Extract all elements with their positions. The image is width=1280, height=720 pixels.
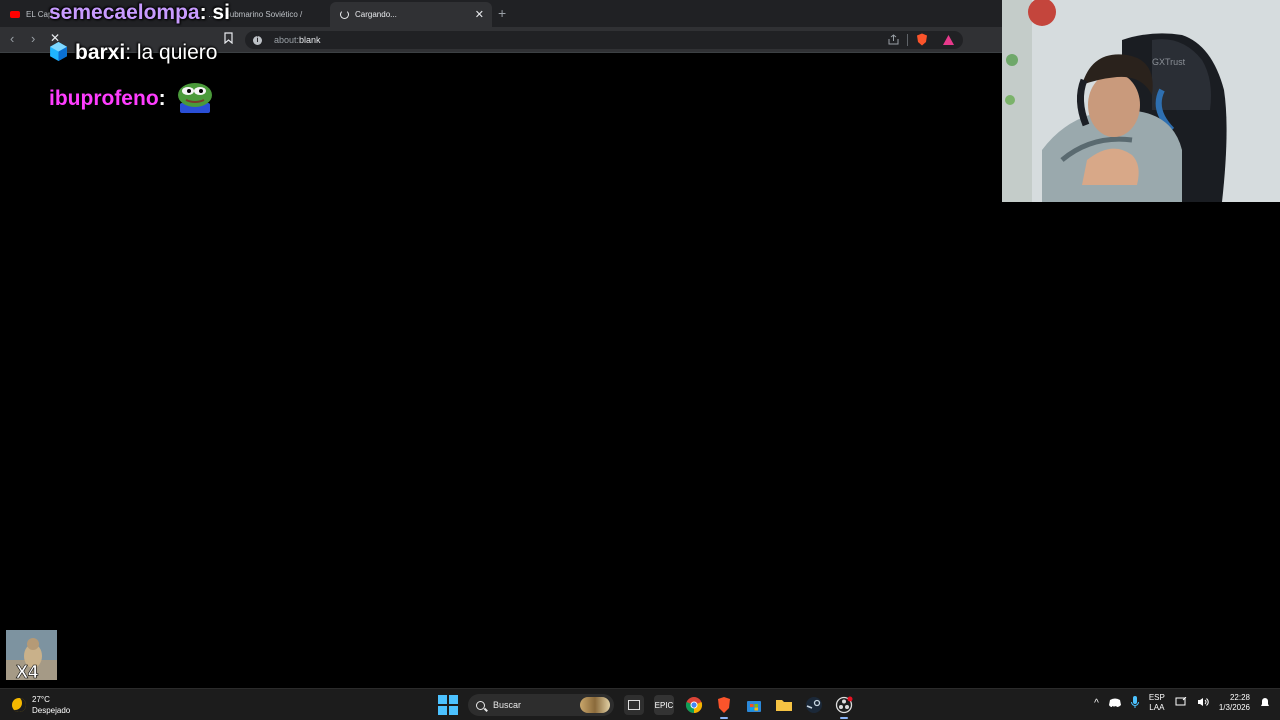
file-explorer-icon[interactable] — [774, 695, 794, 715]
microphone-icon[interactable] — [1130, 696, 1139, 710]
steam-icon[interactable] — [804, 695, 824, 715]
windows-taskbar: 27°C Despejado Buscar EPIC ^ ESP LAA 22:… — [0, 688, 1280, 720]
obs-glyph — [835, 696, 853, 714]
weather-temp: 27°C — [32, 695, 50, 704]
chat-username: ibuprofeno — [49, 87, 159, 110]
taskbar-center: Buscar EPIC — [438, 694, 854, 719]
chat-username: semecaelompa — [49, 1, 200, 24]
clock[interactable]: 22:28 1/3/2026 — [1219, 693, 1250, 713]
obs-icon[interactable] — [834, 695, 854, 719]
chat-message: ibuprofeno: — [49, 81, 214, 113]
chat-text: : — [158, 87, 166, 110]
weather-text: 27°C Despejado — [32, 694, 70, 716]
clock-time: 22:28 — [1229, 693, 1250, 702]
new-tab-button[interactable]: + — [498, 5, 506, 21]
share-icon[interactable] — [888, 34, 899, 45]
cube-icon — [50, 42, 67, 61]
divider — [907, 33, 908, 46]
taskbar-search[interactable]: Buscar — [468, 694, 614, 716]
chat-username: barxi — [75, 41, 126, 64]
chat-text: : la quiero — [125, 41, 218, 64]
address-bar-url: about:blank — [274, 35, 321, 45]
weather-condition: Despejado — [32, 706, 71, 715]
monkey-image: X4 — [6, 630, 57, 680]
webcam-feed: GXTrust — [1002, 0, 1280, 202]
volume-glyph — [1197, 698, 1209, 706]
chair-brand-text: GXTrust — [1152, 57, 1186, 67]
windows-logo-icon — [449, 706, 458, 715]
clock-date: 1/3/2026 — [1218, 703, 1250, 712]
bookmark-icon — [224, 32, 233, 45]
chrome-glyph — [685, 697, 703, 714]
search-placeholder: Buscar — [493, 700, 522, 710]
discord-glyph — [1108, 698, 1121, 707]
notification-icon[interactable] — [1260, 697, 1270, 710]
youtube-icon — [10, 11, 20, 18]
tab-active-loading[interactable]: Cargando... ✕ — [330, 2, 492, 27]
mic-glyph — [1130, 696, 1139, 708]
windows-logo-icon — [438, 706, 447, 715]
search-highlight-image — [580, 697, 610, 713]
volume-icon[interactable] — [1197, 697, 1209, 709]
chevron-up-icon[interactable]: ^ — [1094, 698, 1099, 709]
moon-icon — [12, 698, 26, 712]
folder-glyph — [776, 700, 792, 711]
webcam-scene-image: GXTrust — [1002, 0, 1280, 202]
store-icon[interactable] — [744, 695, 764, 715]
address-bar[interactable]: i about:blank — [245, 31, 963, 49]
language-indicator[interactable]: ESP LAA — [1149, 693, 1165, 713]
network-glyph — [1175, 696, 1187, 706]
network-icon[interactable] — [1175, 696, 1187, 709]
weather-widget[interactable]: 27°C Despejado — [12, 694, 70, 716]
discord-icon[interactable] — [1108, 698, 1121, 709]
chat-message: semecaelompa: si — [49, 1, 230, 25]
system-tray: ^ ESP LAA 22:28 1/3/2026 — [1094, 693, 1270, 713]
pepe-emote-icon — [177, 83, 212, 113]
address-bar-actions — [888, 33, 955, 46]
search-icon — [476, 700, 485, 710]
store-glyph — [747, 701, 761, 712]
steam-glyph — [806, 697, 822, 713]
brave-icon[interactable] — [714, 695, 734, 719]
back-button[interactable]: ‹ — [10, 31, 14, 46]
screen: EL Cap …el Submarino Soviético / Cargand… — [0, 0, 1280, 720]
task-view-glyph — [628, 700, 640, 710]
alert-thumbnail: X4 — [6, 630, 57, 680]
start-button[interactable] — [438, 695, 458, 715]
brave-glyph — [718, 697, 730, 713]
forward-button[interactable]: › — [31, 31, 35, 46]
bookmark-button[interactable] — [224, 32, 233, 47]
lang-bottom: LAA — [1149, 703, 1165, 712]
chrome-icon[interactable] — [684, 695, 704, 715]
windows-logo-icon — [449, 695, 458, 704]
lang-top: ESP — [1148, 693, 1165, 702]
windows-logo-icon — [438, 695, 447, 704]
loading-spinner-icon — [340, 10, 349, 19]
epic-games-icon[interactable]: EPIC — [654, 695, 674, 715]
brave-rewards-icon[interactable] — [942, 34, 955, 46]
tab-close-icon[interactable]: ✕ — [475, 8, 484, 21]
chat-message: barxi: la quiero — [48, 41, 217, 65]
brave-shields-icon[interactable] — [916, 33, 928, 46]
bell-glyph — [1261, 697, 1269, 706]
site-info-icon[interactable]: i — [253, 35, 262, 45]
tab-label: Cargando... — [355, 10, 397, 19]
task-view-icon[interactable] — [624, 695, 644, 715]
chat-text: : si — [199, 1, 230, 24]
thumbnail-label: X4 — [16, 662, 38, 680]
